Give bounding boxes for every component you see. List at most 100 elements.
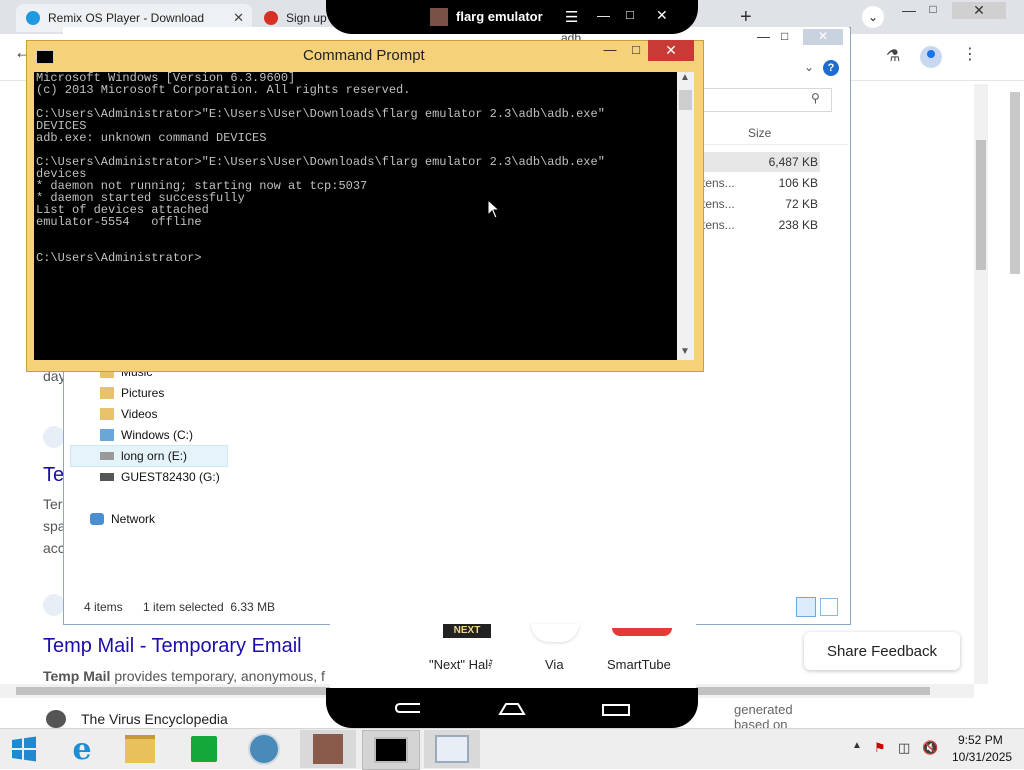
app-label-smarttube[interactable]: SmartTube	[607, 657, 671, 672]
network-status-icon[interactable]: ◫	[898, 740, 910, 756]
large-icons-view-icon[interactable]	[820, 598, 838, 616]
maximize-icon[interactable]: □	[781, 29, 788, 43]
labs-flask-icon[interactable]: ⚗	[886, 46, 900, 66]
tray-expand-icon[interactable]: ▲	[852, 740, 862, 751]
profile-avatar[interactable]	[920, 46, 942, 68]
share-feedback-button[interactable]: Share Feedback	[804, 632, 960, 670]
status-selection: 1 item selected 6.33 MB	[143, 600, 276, 614]
nav-item-long-orn-e[interactable]: long orn (E:)	[100, 446, 187, 466]
nav-item-guest-g[interactable]: GUEST82430 (G:)	[100, 467, 220, 487]
help-icon[interactable]: ?	[823, 60, 839, 76]
mouse-cursor-icon	[487, 199, 501, 219]
close-icon[interactable]: ✕	[803, 29, 843, 45]
nav-label: long orn (E:)	[121, 449, 188, 463]
mail-icon	[264, 11, 278, 25]
file-row[interactable]: tens... 72 KB	[700, 194, 820, 214]
new-tab-button[interactable]: +	[740, 6, 752, 29]
status-item-count: 4 items	[84, 600, 123, 614]
nav-label: Network	[111, 512, 156, 526]
drive-icon	[100, 429, 114, 441]
taskbar-flarg-emulator[interactable]	[300, 730, 356, 768]
remix-icon	[26, 11, 40, 25]
tab-title: Sign up	[286, 11, 327, 25]
console-scroll-thumb[interactable]	[679, 90, 692, 110]
search-icon: ⚲	[811, 91, 820, 105]
result-title-temp-mail[interactable]: Temp Mail - Temporary Email	[43, 635, 302, 658]
virus-favicon-icon	[46, 710, 66, 728]
browser-scroll-thumb[interactable]	[976, 140, 986, 270]
store-icon	[191, 736, 217, 762]
clock-date[interactable]: 10/31/2025	[952, 750, 1012, 764]
monitor-icon	[435, 735, 469, 763]
snippet-bold: Temp Mail	[43, 668, 111, 684]
scroll-down-icon[interactable]: ▼	[680, 346, 690, 357]
cmd-title: Command Prompt	[303, 47, 425, 64]
nav-item-videos[interactable]: Videos	[100, 404, 157, 424]
folder-icon	[125, 735, 155, 763]
details-view-icon[interactable]	[796, 597, 816, 617]
file-size: 238 KB	[778, 218, 818, 232]
menu-dots-icon[interactable]: ⋮	[962, 44, 978, 64]
page-scroll-thumb[interactable]	[1010, 92, 1020, 274]
temp-mail-favicon-icon	[43, 594, 65, 616]
folder-icon	[100, 387, 114, 399]
removable-drive-icon	[100, 452, 114, 460]
close-icon[interactable]: ✕	[952, 2, 1006, 19]
nav-label: Videos	[121, 407, 158, 421]
app-label-next[interactable]: "Next" Hal𝅀	[429, 657, 493, 673]
search-input[interactable]: ⚲	[700, 88, 832, 112]
close-icon[interactable]: ✕	[648, 40, 694, 61]
close-tab-icon[interactable]: ✕	[233, 10, 244, 26]
file-row[interactable]: tens... 238 KB	[700, 215, 820, 235]
close-icon[interactable]: ✕	[656, 7, 668, 24]
hamburger-menu-icon[interactable]: ☰	[565, 8, 578, 26]
result-snippet-temp-mail: Temp Mail provides temporary, anonymous,…	[43, 668, 327, 684]
action-center-flag-icon[interactable]: ⚑	[874, 740, 886, 756]
taskbar-app-globe[interactable]	[236, 730, 292, 768]
nav-item-network[interactable]: Network	[90, 509, 155, 529]
tab-search-icon[interactable]: ⌄	[862, 6, 884, 28]
next-app-icon[interactable]: NEXT	[443, 624, 491, 638]
flarg-emulator-icon	[313, 734, 343, 764]
column-size[interactable]: Size	[748, 126, 771, 140]
taskbar-store[interactable]	[176, 730, 232, 768]
console-output[interactable]: Microsoft Windows [Version 6.3.9600] (c)…	[34, 72, 677, 360]
result-favicon-icon	[43, 426, 65, 448]
snippet-text: provides temporary, anonymous, f	[114, 668, 325, 684]
home-nav-icon[interactable]	[496, 700, 528, 718]
nav-label: Pictures	[121, 386, 165, 400]
taskbar-command-prompt[interactable]	[362, 730, 420, 770]
nav-item-windows-c[interactable]: Windows (C:)	[100, 425, 193, 445]
recents-nav-icon[interactable]	[600, 702, 632, 718]
taskbar-file-explorer[interactable]	[112, 730, 168, 768]
console-scrollbar[interactable]: ▲ ▼	[677, 72, 694, 360]
file-type: tens...	[702, 218, 735, 232]
smarttube-app-icon[interactable]	[612, 628, 672, 636]
file-size: 72 KB	[785, 197, 818, 211]
result-title[interactable]: Te	[43, 464, 64, 487]
file-size: 6,487 KB	[768, 155, 818, 169]
minimize-icon[interactable]: —	[757, 29, 770, 44]
nav-item-pictures[interactable]: Pictures	[100, 383, 164, 403]
nav-label: GUEST82430 (G:)	[121, 470, 220, 484]
scroll-up-icon[interactable]: ▲	[680, 72, 690, 83]
file-row[interactable]: 6,487 KB	[700, 152, 820, 172]
app-label-via[interactable]: Via	[545, 657, 564, 672]
file-row[interactable]: tens... 106 KB	[700, 173, 820, 193]
removable-drive-icon	[100, 473, 114, 481]
address-dropdown-icon[interactable]: ⌄	[804, 60, 814, 74]
minimize-icon[interactable]: —	[600, 42, 620, 57]
volume-muted-icon[interactable]: 🔇	[922, 740, 938, 756]
minimize-icon[interactable]: —	[597, 8, 610, 23]
start-button[interactable]	[0, 730, 48, 768]
back-nav-icon[interactable]	[394, 700, 424, 720]
maximize-icon[interactable]: □	[626, 42, 646, 57]
result-title-virus[interactable]: The Virus Encyclopedia	[81, 711, 228, 727]
clock-time[interactable]: 9:52 PM	[958, 733, 1003, 747]
globe-icon	[248, 733, 280, 765]
taskbar-task-manager[interactable]	[424, 730, 480, 768]
maximize-icon[interactable]: □	[626, 7, 634, 22]
taskbar-internet-explorer[interactable]: e	[54, 730, 110, 768]
console-icon	[374, 737, 408, 763]
maximize-icon[interactable]: □	[918, 2, 948, 16]
